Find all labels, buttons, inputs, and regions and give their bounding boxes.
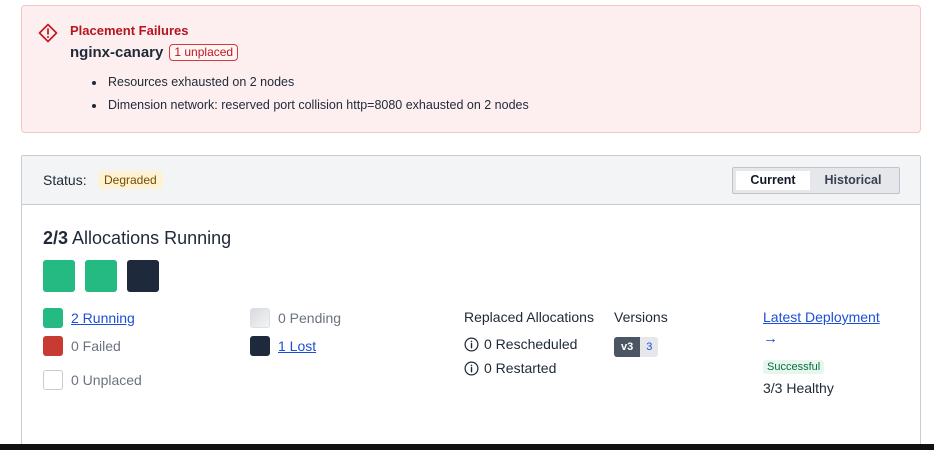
restarted-label: 0 Restarted: [484, 360, 557, 376]
allocation-block-lost[interactable]: [127, 260, 159, 292]
legend-running: 2 Running: [43, 308, 135, 328]
running-link[interactable]: 2 Running: [71, 310, 135, 326]
job-name: nginx-canary: [70, 44, 164, 61]
rescheduled-row: 0 Rescheduled: [464, 336, 577, 352]
legend-failed: 0 Failed: [43, 336, 121, 356]
alert-job-row: nginx-canary 1 unplaced: [70, 44, 239, 61]
replaced-allocations-title: Replaced Allocations: [464, 309, 594, 325]
healthy-count: 3/3 Healthy: [763, 380, 834, 396]
restarted-row: 0 Restarted: [464, 360, 556, 376]
version-tag: v3: [614, 337, 641, 357]
deployment-status-badge: Successful: [763, 360, 825, 374]
legend-unplaced: 0 Unplaced: [43, 370, 142, 390]
allocations-title-text: Allocations Running: [72, 228, 232, 248]
failed-swatch: [43, 336, 63, 356]
allocations-running-title: 2/3 Allocations Running: [43, 228, 231, 249]
unplaced-swatch: [43, 370, 63, 390]
toggle-current-button[interactable]: Current: [736, 171, 810, 190]
legend-pending: 0 Pending: [250, 308, 341, 328]
unplaced-badge: 1 unplaced: [169, 44, 239, 61]
allocation-block-running[interactable]: [85, 260, 117, 292]
status-label: Status:: [43, 172, 87, 188]
failure-reason-item: Dimension network: reserved port collisi…: [92, 94, 529, 117]
failure-reasons-list: Resources exhausted on 2 nodes Dimension…: [92, 71, 529, 117]
failed-label: 0 Failed: [71, 338, 121, 354]
versions-title: Versions: [614, 309, 668, 325]
arrow-right-icon[interactable]: →: [763, 330, 778, 347]
alert-title: Placement Failures: [70, 23, 189, 38]
legend-lost: 1 Lost: [250, 336, 316, 356]
window-bottom-edge: [0, 444, 934, 450]
version-count: 3: [640, 337, 659, 357]
status-badge: Degraded: [98, 171, 163, 189]
panel-header: Status: Degraded Current Historical: [22, 156, 920, 205]
placement-failures-alert: Placement Failures nginx-canary 1 unplac…: [21, 5, 921, 133]
failure-reason-item: Resources exhausted on 2 nodes: [92, 71, 529, 94]
info-icon: [464, 337, 479, 351]
lost-link[interactable]: 1 Lost: [278, 338, 316, 354]
allocation-block-running[interactable]: [43, 260, 75, 292]
pending-label: 0 Pending: [278, 310, 342, 326]
lost-swatch: [250, 336, 270, 356]
alert-diamond-icon: [38, 23, 58, 43]
version-pill[interactable]: v3 3: [614, 337, 659, 357]
view-toggle: Current Historical: [732, 167, 900, 194]
pending-swatch: [250, 308, 270, 328]
allocation-blocks: [43, 260, 159, 292]
rescheduled-label: 0 Rescheduled: [484, 336, 578, 352]
toggle-historical-button[interactable]: Historical: [810, 171, 896, 190]
allocations-count: 2/3: [43, 228, 69, 248]
info-icon: [464, 361, 479, 375]
running-swatch: [43, 308, 63, 328]
unplaced-label: 0 Unplaced: [71, 372, 142, 388]
allocation-status-panel: Status: Degraded Current Historical 2/3 …: [21, 155, 921, 450]
latest-deployment-link[interactable]: Latest Deployment: [763, 309, 880, 325]
